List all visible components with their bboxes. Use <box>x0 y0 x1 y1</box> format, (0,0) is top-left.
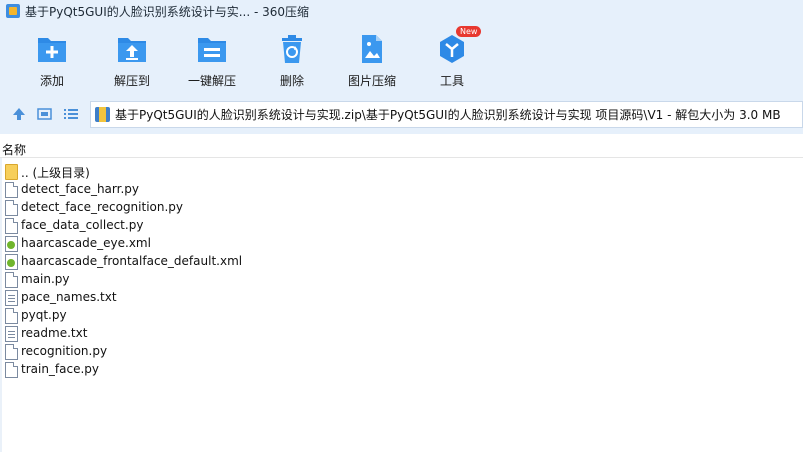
window-title: 基于PyQt5GUI的人脸识别系统设计与实... - 360压缩 <box>25 4 310 19</box>
toolbar: 添加 解压到 一键解压 删除 图片压缩 工具 New <box>0 22 803 96</box>
address-bar[interactable]: 基于PyQt5GUI的人脸识别系统设计与实现.zip\基于PyQt5GUI的人脸… <box>90 101 803 128</box>
add-button[interactable]: 添加 <box>12 32 92 92</box>
app-window: 基于PyQt5GUI的人脸识别系统设计与实... - 360压缩 添加 解压到 … <box>0 0 803 452</box>
image-compress-label: 图片压缩 <box>347 74 396 88</box>
list-item[interactable]: haarcascade_frontalface_default.xml <box>0 253 803 271</box>
list-item[interactable]: train_face.py <box>0 361 803 379</box>
xml-file-icon <box>5 254 18 270</box>
extract-to-label: 解压到 <box>113 74 150 88</box>
add-label: 添加 <box>39 74 64 88</box>
one-click-extract-label: 一键解压 <box>187 74 236 88</box>
app-logo-icon <box>6 4 20 18</box>
address-path: 基于PyQt5GUI的人脸识别系统设计与实现.zip\基于PyQt5GUI的人脸… <box>115 108 781 122</box>
file-name: train_face.py <box>21 362 100 376</box>
list-item[interactable]: face_data_collect.py <box>0 217 803 235</box>
tools-button[interactable]: 工具 New <box>412 26 492 92</box>
new-badge: New <box>456 26 482 37</box>
up-arrow-icon[interactable] <box>10 105 28 123</box>
file-name: face_data_collect.py <box>21 218 144 232</box>
file-name: readme.txt <box>21 326 88 340</box>
file-icon <box>5 182 18 198</box>
file-name: pace_names.txt <box>21 290 117 304</box>
address-row: 基于PyQt5GUI的人脸识别系统设计与实现.zip\基于PyQt5GUI的人脸… <box>0 96 803 134</box>
file-icon <box>5 200 18 216</box>
title-bar: 基于PyQt5GUI的人脸识别系统设计与实... - 360压缩 <box>0 0 803 22</box>
file-list-header: 名称 <box>0 138 803 158</box>
one-click-extract-button[interactable]: 一键解压 <box>172 32 252 92</box>
recycle-bin-icon <box>275 32 309 66</box>
list-item[interactable]: pyqt.py <box>0 307 803 325</box>
list-item[interactable]: pace_names.txt <box>0 289 803 307</box>
text-file-icon <box>5 326 18 342</box>
image-compress-icon <box>355 32 389 66</box>
list-view-icon[interactable] <box>62 105 80 123</box>
file-name: pyqt.py <box>21 308 67 322</box>
list-item[interactable]: recognition.py <box>0 343 803 361</box>
list-item[interactable]: readme.txt <box>0 325 803 343</box>
file-icon <box>5 218 18 234</box>
file-icon <box>5 344 18 360</box>
file-name: haarcascade_eye.xml <box>21 236 151 250</box>
column-header-name[interactable]: 名称 <box>2 141 26 158</box>
text-file-icon <box>5 290 18 306</box>
file-icon <box>5 308 18 324</box>
tools-icon <box>435 32 469 66</box>
list-item[interactable]: haarcascade_eye.xml <box>0 235 803 253</box>
delete-button[interactable]: 删除 <box>252 32 332 92</box>
file-name: .. (上级目录) <box>21 166 90 180</box>
archive-icon <box>95 107 110 122</box>
list-item[interactable]: detect_face_harr.py <box>0 181 803 199</box>
list-item[interactable]: main.py <box>0 271 803 289</box>
file-icon <box>5 362 18 378</box>
one-click-extract-icon <box>195 32 229 66</box>
extract-to-button[interactable]: 解压到 <box>92 32 172 92</box>
list-item[interactable]: detect_face_recognition.py <box>0 199 803 217</box>
file-name: detect_face_harr.py <box>21 182 139 196</box>
file-name: main.py <box>21 272 70 286</box>
thumbnail-view-icon[interactable] <box>36 105 54 123</box>
xml-file-icon <box>5 236 18 252</box>
tools-label: 工具 <box>439 74 464 88</box>
file-name: haarcascade_frontalface_default.xml <box>21 254 243 268</box>
list-item[interactable]: .. (上级目录) <box>0 163 803 181</box>
file-icon <box>5 272 18 288</box>
folder-icon <box>5 164 18 180</box>
image-compress-button[interactable]: 图片压缩 <box>332 32 412 92</box>
delete-label: 删除 <box>279 74 304 88</box>
add-icon <box>35 32 69 66</box>
file-name: detect_face_recognition.py <box>21 200 184 214</box>
file-name: recognition.py <box>21 344 108 358</box>
extract-to-icon <box>115 32 149 66</box>
